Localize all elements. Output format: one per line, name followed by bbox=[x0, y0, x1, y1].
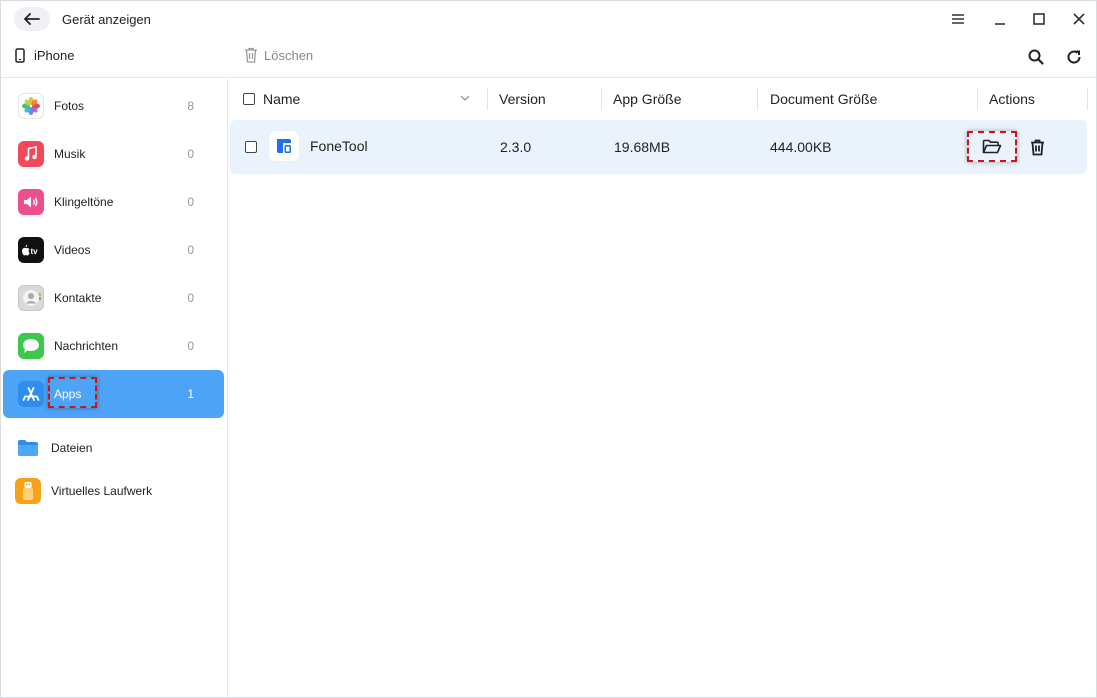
column-divider bbox=[757, 88, 758, 110]
sidebar-item-count: 8 bbox=[187, 99, 194, 113]
sidebar-item-label: Nachrichten bbox=[54, 339, 119, 353]
table-header: Name Version App Größe Document Größe Ac… bbox=[229, 79, 1097, 119]
menu-icon bbox=[952, 14, 964, 24]
close-button[interactable] bbox=[1067, 7, 1091, 31]
appletv-icon: tv bbox=[18, 237, 44, 263]
sidebar-item-count: 1 bbox=[187, 387, 194, 401]
title-bar: Gerät anzeigen bbox=[1, 1, 1096, 37]
sidebar-item-fotos[interactable]: Fotos 8 bbox=[3, 82, 224, 130]
folder-icon bbox=[15, 435, 41, 461]
music-icon bbox=[18, 141, 44, 167]
sidebar-item-count: 0 bbox=[187, 243, 194, 257]
sidebar: Fotos 8 Musik 0 Klingeltöne 0 tv Videos … bbox=[1, 79, 228, 698]
menu-button[interactable] bbox=[946, 7, 970, 31]
sidebar-item-label: Fotos bbox=[54, 99, 85, 113]
close-icon bbox=[1073, 13, 1085, 25]
sidebar-item-count: 0 bbox=[187, 291, 194, 305]
table-row[interactable]: FoneTool 2.3.0 19.68MB 444.00KB bbox=[230, 120, 1087, 174]
minimize-button[interactable] bbox=[988, 7, 1012, 31]
sidebar-item-nachrichten[interactable]: Nachrichten 0 bbox=[3, 322, 224, 370]
back-arrow-icon bbox=[24, 13, 40, 25]
toolbar: iPhone Löschen bbox=[1, 37, 1096, 78]
sidebar-item-videos[interactable]: tv Videos 0 bbox=[3, 226, 224, 274]
sidebar-item-label: Virtuelles Laufwerk bbox=[51, 484, 153, 498]
appstore-icon bbox=[18, 381, 44, 407]
select-all-checkbox[interactable] bbox=[243, 93, 255, 105]
column-header-document-size[interactable]: Document Größe bbox=[770, 91, 877, 107]
column-header-name[interactable]: Name bbox=[263, 91, 300, 107]
device-selector[interactable]: iPhone bbox=[15, 48, 74, 63]
sidebar-item-count: 0 bbox=[187, 195, 194, 209]
column-header-version[interactable]: Version bbox=[499, 91, 546, 107]
delete-button[interactable]: Löschen bbox=[244, 47, 313, 63]
annotation-highlight bbox=[48, 377, 97, 408]
delete-app-button[interactable] bbox=[1027, 136, 1047, 158]
sidebar-item-kontakte[interactable]: Kontakte 0 bbox=[3, 274, 224, 322]
column-header-actions: Actions bbox=[989, 91, 1035, 107]
column-header-app-size[interactable]: App Größe bbox=[613, 91, 681, 107]
sidebar-item-klingeltoene[interactable]: Klingeltöne 0 bbox=[3, 178, 224, 226]
maximize-button[interactable] bbox=[1027, 7, 1051, 31]
delete-label: Löschen bbox=[264, 47, 314, 63]
sidebar-item-musik[interactable]: Musik 0 bbox=[3, 130, 224, 178]
maximize-icon bbox=[1033, 13, 1045, 25]
search-button[interactable] bbox=[1024, 45, 1048, 69]
app-name: FoneTool bbox=[310, 138, 368, 154]
trash-icon bbox=[245, 47, 257, 63]
usb-drive-icon bbox=[15, 478, 41, 504]
annotation-highlight bbox=[967, 131, 1017, 162]
sidebar-item-apps[interactable]: Apps 1 bbox=[3, 370, 224, 418]
column-divider bbox=[1087, 88, 1088, 110]
app-size: 19.68MB bbox=[614, 139, 671, 155]
sidebar-item-count: 0 bbox=[187, 339, 194, 353]
document-size: 444.00KB bbox=[770, 139, 832, 155]
contacts-icon bbox=[18, 285, 44, 311]
refresh-button[interactable] bbox=[1062, 45, 1086, 69]
phone-icon bbox=[15, 48, 25, 63]
row-checkbox[interactable] bbox=[245, 141, 257, 153]
column-divider bbox=[601, 88, 602, 110]
minimize-icon bbox=[995, 23, 1005, 25]
search-icon bbox=[1028, 49, 1044, 65]
sidebar-item-label: Dateien bbox=[51, 441, 93, 455]
ringtone-icon bbox=[18, 189, 44, 215]
back-button[interactable] bbox=[14, 7, 50, 31]
column-divider bbox=[977, 88, 978, 110]
sidebar-item-dateien[interactable]: Dateien bbox=[3, 428, 224, 468]
svg-text:tv: tv bbox=[31, 247, 39, 256]
sidebar-item-count: 0 bbox=[187, 147, 194, 161]
device-name: iPhone bbox=[34, 48, 75, 63]
refresh-icon bbox=[1067, 50, 1081, 64]
photos-icon bbox=[18, 93, 44, 119]
app-window: Gerät anzeigen iPhone Löschen Fotos 8 Mu… bbox=[0, 0, 1097, 698]
trash-icon bbox=[1030, 139, 1044, 155]
sidebar-item-label: Klingeltöne bbox=[54, 195, 114, 209]
fonetool-logo-icon bbox=[269, 131, 299, 161]
chevron-down-icon[interactable] bbox=[460, 95, 470, 101]
sidebar-item-label: Musik bbox=[54, 147, 86, 161]
sidebar-item-virtuelles-laufwerk[interactable]: Virtuelles Laufwerk bbox=[3, 471, 224, 511]
sidebar-item-label: Kontakte bbox=[54, 291, 102, 305]
messages-icon bbox=[18, 333, 44, 359]
window-title: Gerät anzeigen bbox=[62, 12, 151, 27]
sidebar-item-label: Videos bbox=[54, 243, 91, 257]
app-version: 2.3.0 bbox=[500, 139, 532, 155]
column-divider bbox=[487, 88, 488, 110]
